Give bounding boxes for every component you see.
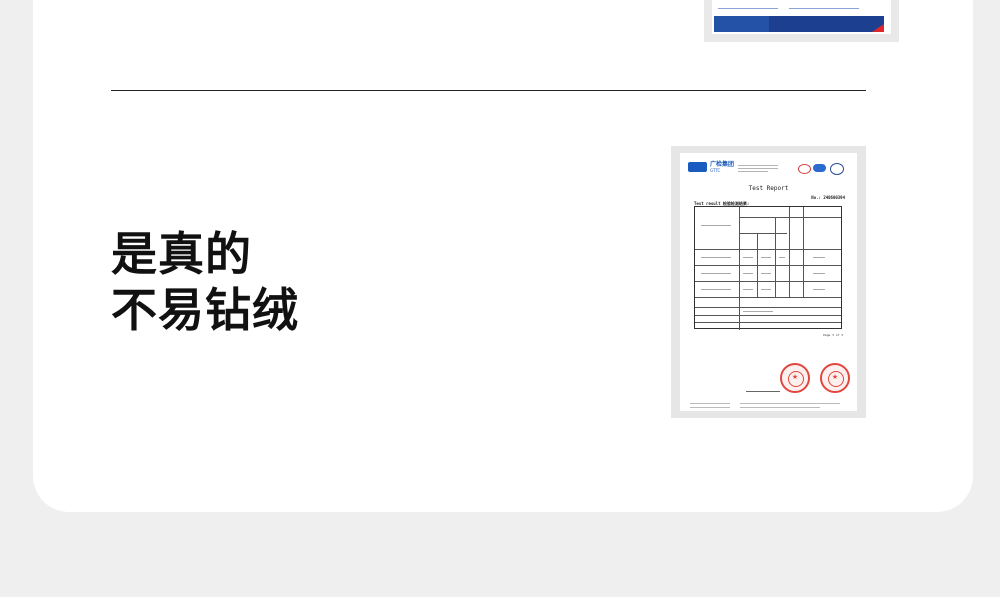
cell-text [813, 257, 825, 258]
test-report-sheet: 广检集团 GTTC Test Report No.: 240600394 Tes… [680, 153, 857, 411]
cell-text [813, 289, 825, 290]
report-thumbnail-previous [704, 0, 899, 42]
report-company-name: 广检集团 [710, 161, 735, 168]
cell-text [761, 289, 771, 290]
signature-line [746, 391, 780, 392]
stamp-star-icon: ★ [791, 373, 799, 381]
footer-text-line [740, 407, 820, 408]
cell-text [813, 273, 825, 274]
table-rule [739, 233, 787, 234]
accreditation-mark-icon [813, 164, 826, 172]
report-number: No.: 240600394 [811, 195, 845, 200]
header-text-line [738, 171, 768, 172]
table-rule [695, 307, 841, 308]
table-rule [695, 297, 841, 298]
cell-text [761, 257, 771, 258]
official-stamp-icon: ★ [820, 363, 850, 393]
report-footer-band [714, 16, 884, 32]
cell-text [743, 289, 753, 290]
cell-text [743, 311, 773, 312]
text-line [718, 8, 778, 9]
section-divider [111, 90, 866, 91]
content-card: 是真的 不易钻绒 广检集团 GTTC Test Report No.: 2406… [33, 0, 973, 512]
footer-text-line [690, 407, 730, 408]
table-rule [695, 315, 841, 316]
table-rule [803, 207, 804, 297]
ilac-mark-icon [798, 164, 811, 174]
table-rule [695, 265, 841, 266]
gttc-logo-icon [688, 162, 707, 172]
text-line [789, 8, 859, 9]
cell-text [701, 225, 731, 226]
header-text-line [738, 168, 778, 169]
section-headline: 是真的 不易钻绒 [111, 226, 299, 338]
table-rule [695, 322, 841, 323]
test-report-image: 广检集团 GTTC Test Report No.: 240600394 Tes… [671, 146, 866, 418]
stamp-star-icon: ★ [831, 373, 839, 381]
cell-text [761, 273, 771, 274]
table-rule [789, 207, 790, 297]
cell-text [743, 257, 753, 258]
cell-text [779, 257, 785, 258]
cell-text [701, 257, 731, 258]
footer-red-corner [872, 24, 884, 32]
footer-text-line [740, 403, 840, 404]
footer-band-left [714, 16, 769, 32]
table-rule [757, 233, 758, 297]
cnas-mark-icon [830, 163, 844, 175]
table-rule [695, 281, 841, 282]
report-company-name-en: GTTC [710, 168, 721, 173]
cell-text [701, 273, 731, 274]
table-rule [695, 249, 841, 250]
headline-line-2: 不易钻绒 [111, 283, 299, 337]
table-rule [739, 207, 740, 330]
test-result-table [694, 206, 842, 330]
header-text-line [738, 165, 778, 166]
report-page-number: Page 3 of 3 [823, 333, 843, 337]
report-title: Test Report [748, 185, 789, 192]
cell-text [701, 289, 731, 290]
headline-line-1: 是真的 [111, 227, 252, 281]
table-rule [739, 217, 841, 218]
official-stamp-icon: ★ [780, 363, 810, 393]
table-rule [775, 217, 776, 297]
cell-text [743, 273, 753, 274]
footer-text-line [690, 403, 730, 404]
